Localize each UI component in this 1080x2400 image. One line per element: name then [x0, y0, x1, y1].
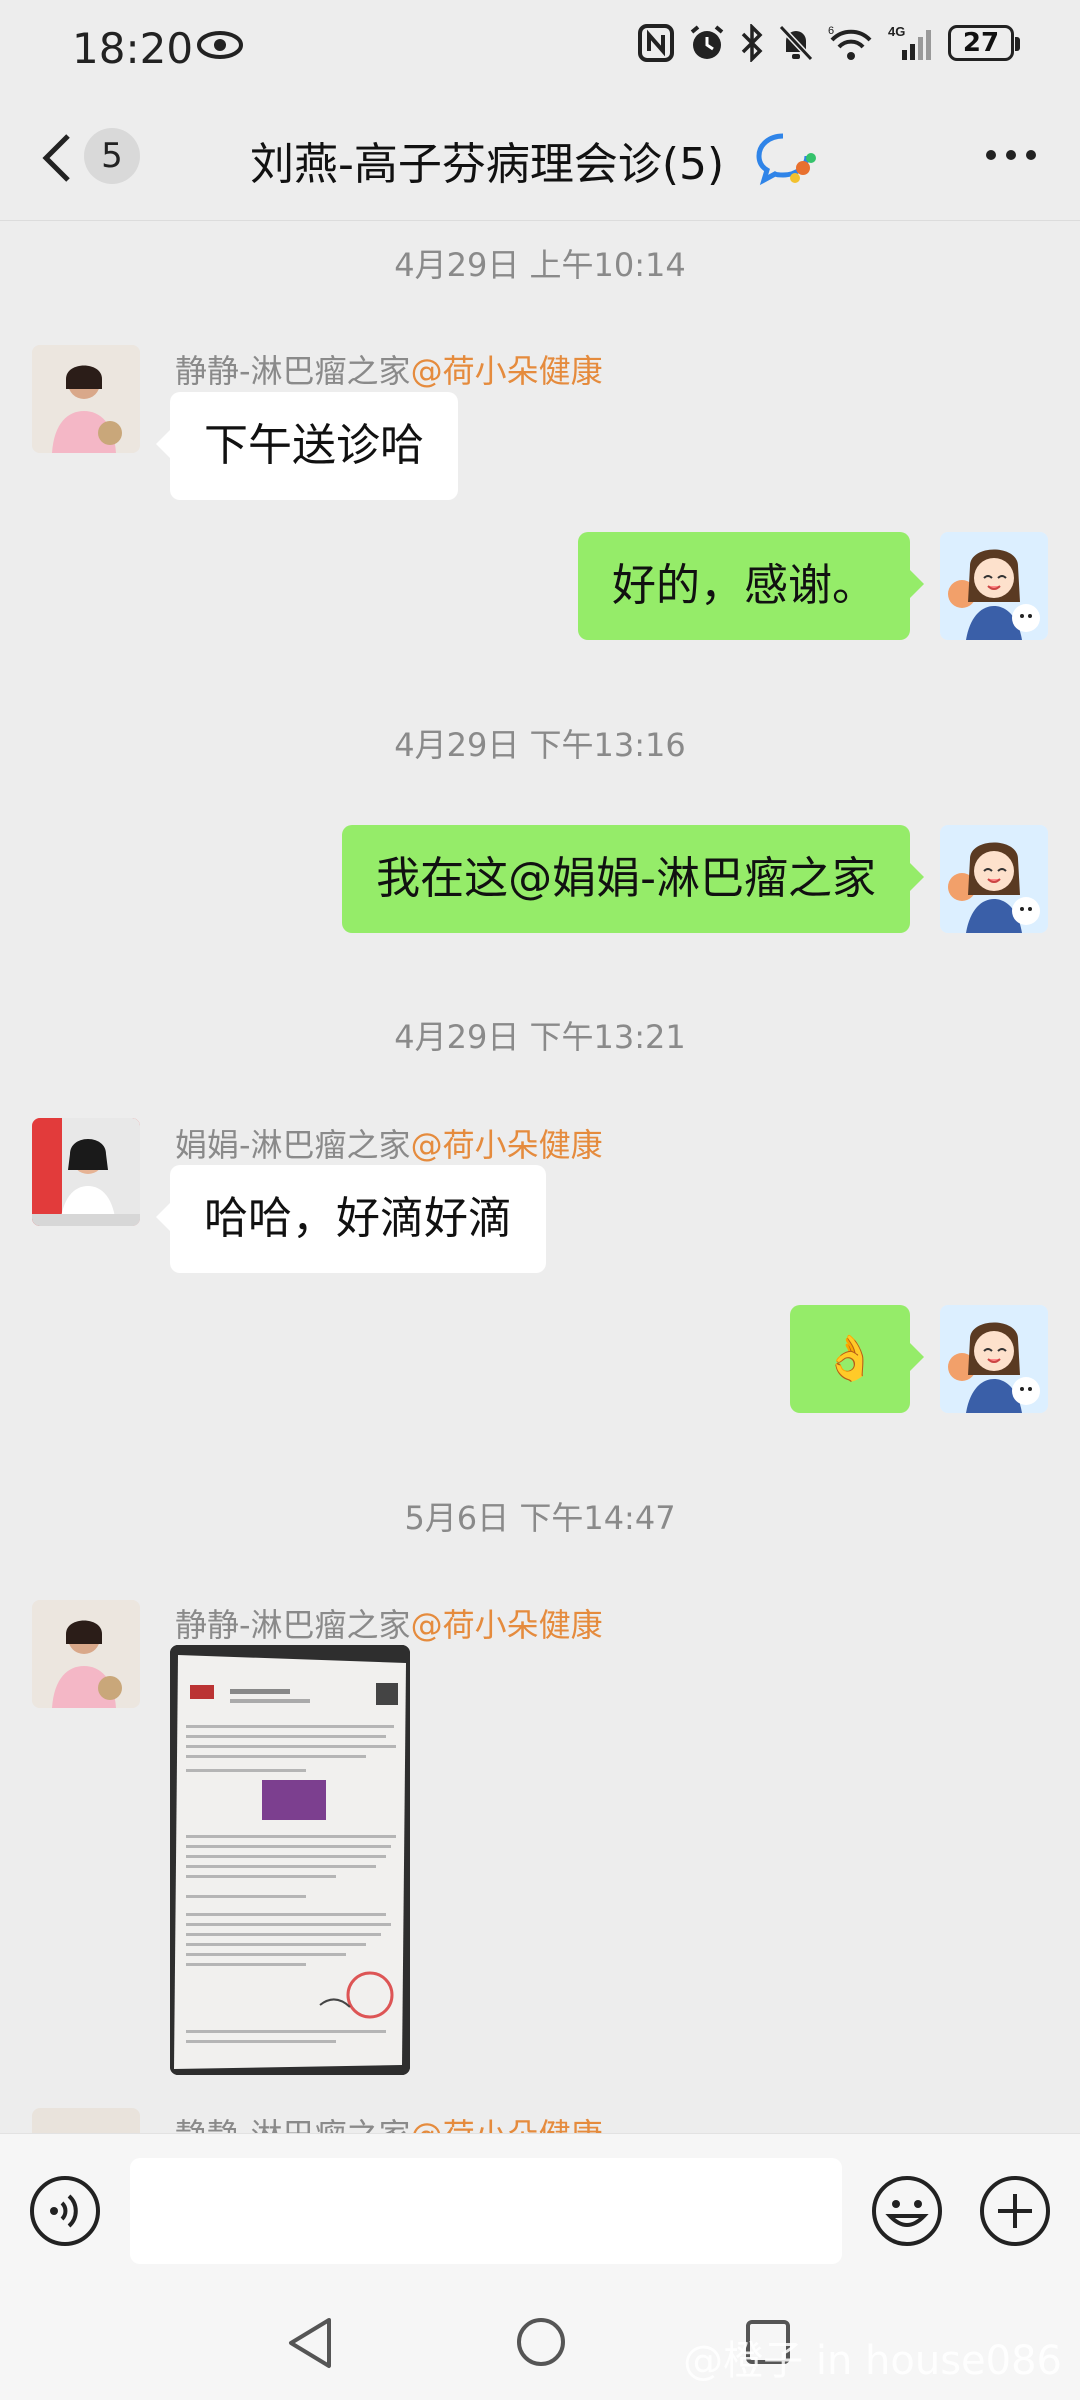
status-time: 18:20 — [72, 24, 194, 73]
sender-tag: @荷小朵健康 — [410, 1126, 603, 1164]
sender-name-text: 娟娟-淋巴瘤之家 — [175, 1126, 411, 1164]
sender-tag: @荷小朵健康 — [410, 1606, 603, 1644]
triangle-back-icon — [289, 2318, 331, 2368]
unread-count-badge[interactable]: 5 — [84, 128, 140, 184]
message-timestamp: 4月29日 下午13:16 — [394, 726, 686, 764]
my-avatar[interactable] — [940, 1305, 1048, 1413]
battery-indicator: 27 — [948, 25, 1020, 61]
message-input[interactable] — [130, 2158, 842, 2264]
voice-icon — [30, 2176, 100, 2246]
back-button[interactable] — [38, 130, 78, 190]
mute-icon — [778, 24, 814, 62]
circle-home-icon — [517, 2318, 565, 2366]
pathology-report-photo — [170, 1645, 410, 2075]
alarm-icon — [688, 24, 726, 62]
sender-name: 静静-淋巴瘤之家@荷小朵健康 — [175, 1600, 603, 1646]
sender-name-text: 静静-淋巴瘤之家 — [175, 1606, 411, 1644]
message-bubble-outgoing[interactable]: 我在这@娟娟-淋巴瘤之家 — [342, 825, 924, 933]
wifi-icon: 6 — [828, 24, 874, 62]
watermark: @橙子 in house086 — [683, 2338, 1062, 2384]
title-divider — [0, 220, 1080, 221]
message-timestamp: 4月29日 上午10:14 — [394, 246, 686, 284]
sender-avatar[interactable] — [32, 1118, 140, 1226]
message-bubble-incoming[interactable]: 下午送诊哈 — [156, 392, 458, 500]
more-functions-button[interactable] — [978, 2174, 1052, 2252]
voice-button[interactable] — [28, 2174, 102, 2252]
emoji-icon — [872, 2176, 942, 2246]
input-bar — [0, 2133, 1080, 2289]
my-avatar[interactable] — [940, 825, 1048, 933]
back-icon — [42, 134, 70, 182]
message-bubble-outgoing[interactable]: 👌 — [790, 1305, 924, 1413]
bluetooth-icon — [740, 24, 764, 62]
chat-title[interactable]: 刘燕-高子芬病理会诊(5) — [250, 128, 724, 192]
nfc-icon — [638, 24, 674, 62]
svg-text:4G: 4G — [888, 24, 905, 39]
message-timestamp: 5月6日 下午14:47 — [404, 1499, 676, 1537]
group-chat-icon[interactable] — [755, 130, 817, 190]
message-bubble-outgoing[interactable]: 好的，感谢。 — [578, 532, 924, 640]
image-message[interactable] — [170, 1645, 410, 2075]
plus-icon — [980, 2176, 1050, 2246]
signal-icon: 4G — [888, 24, 934, 62]
sender-avatar[interactable] — [32, 345, 140, 453]
sender-avatar[interactable] — [32, 1600, 140, 1708]
nav-back-button[interactable] — [285, 2316, 335, 2374]
message-timestamp: 4月29日 下午13:21 — [394, 1018, 686, 1056]
sender-tag: @荷小朵健康 — [410, 352, 603, 390]
svg-text:6: 6 — [828, 25, 834, 37]
more-button[interactable] — [986, 150, 1036, 160]
sender-name: 娟娟-淋巴瘤之家@荷小朵健康 — [175, 1120, 603, 1166]
ok-hand-emoji: 👌 — [822, 1333, 878, 1384]
sender-name: 静静-淋巴瘤之家@荷小朵健康 — [175, 346, 603, 392]
status-bar: 18:20 6 4G 27 — [0, 0, 1080, 100]
message-bubble-incoming[interactable]: 哈哈，好滴好滴 — [156, 1165, 546, 1273]
eye-icon — [196, 30, 244, 64]
more-icon — [986, 150, 996, 160]
sender-name-text: 静静-淋巴瘤之家 — [175, 352, 411, 390]
my-avatar[interactable] — [940, 532, 1048, 640]
emoji-button[interactable] — [870, 2174, 944, 2252]
nav-home-button[interactable] — [515, 2316, 567, 2372]
